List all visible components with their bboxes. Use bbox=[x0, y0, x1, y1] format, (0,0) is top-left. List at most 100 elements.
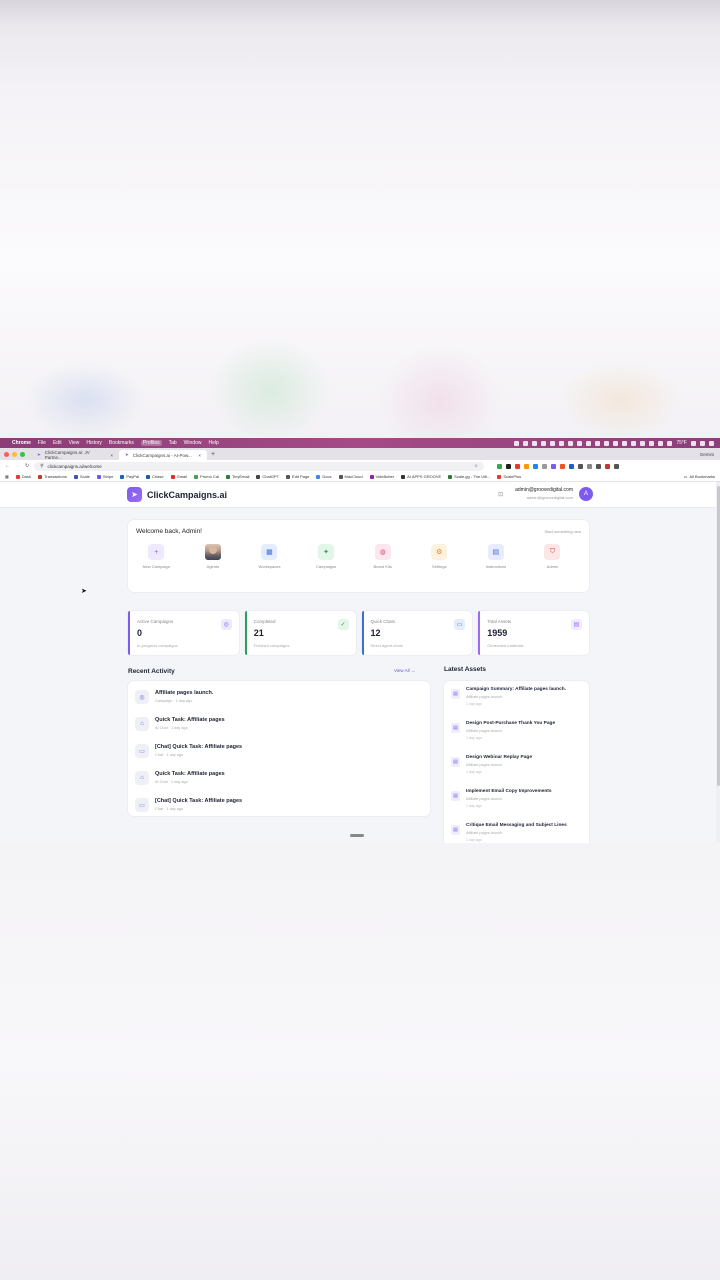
extension-icon[interactable] bbox=[587, 463, 593, 469]
menu-help[interactable]: Help bbox=[208, 440, 218, 446]
menu-bookmarks[interactable]: Bookmarks bbox=[109, 440, 134, 446]
bookmark-item[interactable]: Edit Page bbox=[286, 474, 309, 479]
bookmark-item[interactable]: Transactions bbox=[38, 474, 67, 479]
gemini-button[interactable]: Gemini bbox=[700, 452, 714, 457]
menu-history[interactable]: History bbox=[86, 440, 102, 446]
bookmark-favicon-icon bbox=[338, 474, 343, 479]
list-item[interactable]: ▤ Campaign Summary: Affiliate pages laun… bbox=[451, 687, 586, 715]
extension-icon[interactable] bbox=[551, 463, 557, 469]
vertical-scrollbar[interactable] bbox=[716, 482, 720, 843]
list-item[interactable]: ▤ Implement Email Copy Improvements Affi… bbox=[451, 789, 586, 817]
menu-dots-icon[interactable] bbox=[614, 463, 620, 469]
bookmark-item[interactable]: Scale.gg - The Ulti... bbox=[448, 474, 490, 479]
avatar[interactable]: A bbox=[579, 487, 593, 501]
zoom-window-button[interactable] bbox=[20, 451, 25, 457]
menu-tab[interactable]: Tab bbox=[169, 440, 177, 446]
extension-icon[interactable] bbox=[569, 463, 575, 469]
profile-icon[interactable] bbox=[605, 463, 611, 469]
browser-screenshot: Chrome File Edit View History Bookmarks … bbox=[0, 438, 720, 843]
action-agents[interactable]: Agents bbox=[185, 544, 242, 569]
url-text[interactable]: clickcampaigns.ai/welcome bbox=[48, 464, 102, 469]
bookmark-star-icon[interactable]: ☆ bbox=[474, 463, 478, 469]
bookmark-item[interactable]: VideBotter bbox=[369, 474, 394, 479]
browser-tab-2[interactable]: ➤ ClickCampaigns.ai - AI-Pow... × bbox=[119, 450, 207, 460]
extension-icon[interactable] bbox=[596, 463, 602, 469]
quick-actions: + New Campaign Agents ▦ Workspaces ✦ Cam… bbox=[128, 544, 589, 569]
forward-icon[interactable]: → bbox=[15, 463, 20, 469]
site-info-icon[interactable]: ⚲ bbox=[40, 463, 43, 469]
back-icon[interactable]: ← bbox=[5, 463, 10, 469]
bookmark-item[interactable]: Stripe bbox=[96, 474, 113, 479]
stat-accent-bar bbox=[361, 611, 364, 655]
all-bookmarks-button[interactable]: ▭ All Bookmarks bbox=[684, 474, 715, 479]
bookmark-item[interactable]: Dash bbox=[15, 474, 31, 479]
address-bar[interactable]: ⚲ clickcampaigns.ai/welcome ☆ bbox=[34, 461, 485, 471]
bookmark-item[interactable]: ChatGPT bbox=[256, 474, 279, 479]
bookmark-item[interactable]: PayPal bbox=[120, 474, 139, 479]
bookmark-item[interactable]: Promo Cal bbox=[194, 474, 219, 479]
bookmark-item[interactable]: TinyEmail bbox=[225, 474, 249, 479]
action-instructions[interactable]: ▤ Instructions bbox=[468, 544, 525, 569]
menu-app-name[interactable]: Chrome bbox=[12, 440, 31, 446]
close-tab-icon[interactable]: × bbox=[198, 453, 201, 458]
extension-icon[interactable] bbox=[578, 463, 584, 469]
tab-favicon-icon: ➤ bbox=[125, 452, 129, 457]
stat-active-campaigns[interactable]: Active Campaigns 0 In-progress campaigns… bbox=[128, 611, 239, 655]
latest-assets-title: Latest Assets bbox=[444, 666, 487, 673]
list-item[interactable]: ▤ Design Post-Purchase Thank You Page Af… bbox=[451, 721, 586, 749]
extension-icon[interactable] bbox=[533, 463, 539, 469]
reload-icon[interactable]: ↻ bbox=[25, 463, 29, 469]
bookmark-item[interactable]: AI APPS GROOVE bbox=[401, 474, 441, 479]
extension-icon[interactable] bbox=[497, 463, 503, 469]
close-window-button[interactable] bbox=[4, 451, 9, 457]
action-label: Settings bbox=[432, 564, 447, 569]
list-item[interactable]: ◎ Affiliate pages launch. Campaign · 1 d… bbox=[134, 687, 424, 707]
stat-label: Quick Chats bbox=[370, 619, 396, 624]
bookmark-item[interactable]: Scale bbox=[73, 474, 90, 479]
menu-window[interactable]: Window bbox=[184, 440, 202, 446]
extension-icon[interactable] bbox=[506, 463, 512, 469]
action-brand-kits[interactable]: ◍ Brand Kits bbox=[354, 544, 411, 569]
menu-edit[interactable]: Edit bbox=[53, 440, 62, 446]
stat-accent-bar bbox=[478, 611, 481, 655]
bookmark-item[interactable]: ScalePlus bbox=[497, 474, 521, 479]
extension-icon[interactable] bbox=[515, 463, 521, 469]
list-item[interactable]: ⌂ Quick Task: Affiliate pages AI Chat · … bbox=[134, 714, 424, 734]
list-item[interactable]: ▭ [Chat] Quick Task: Affiliate pages Cha… bbox=[134, 741, 424, 761]
menu-file[interactable]: File bbox=[38, 440, 46, 446]
scroll-handle[interactable] bbox=[350, 834, 364, 837]
bookmark-item[interactable]: Gmail bbox=[170, 474, 187, 479]
list-item[interactable]: ▤ Critique Email Messaging and Subject L… bbox=[451, 823, 586, 843]
menu-profiles[interactable]: Profiles bbox=[140, 440, 162, 446]
minimize-window-button[interactable] bbox=[12, 451, 17, 457]
browser-tab-1[interactable]: ➤ ClickCampaigns.ai: JV Partne... × bbox=[31, 450, 119, 460]
action-campaigns[interactable]: ✦ Campaigns bbox=[298, 544, 355, 569]
stat-quick-chats[interactable]: Quick Chats 12 Direct agent chats ▭ bbox=[361, 611, 473, 655]
extension-icon[interactable] bbox=[524, 463, 530, 469]
gear-icon: ⚙ bbox=[431, 544, 448, 560]
list-item[interactable]: ▭ [Chat] Quick Task: Affiliate pages Cha… bbox=[134, 795, 424, 815]
list-item[interactable]: ⌂ Quick Task: Affiliate pages AI Chat · … bbox=[134, 768, 424, 788]
bookmark-item[interactable]: MacCloud bbox=[338, 474, 363, 479]
close-tab-icon[interactable]: × bbox=[110, 453, 113, 458]
action-settings[interactable]: ⚙ Settings bbox=[411, 544, 468, 569]
action-admin[interactable]: ⛉ Admin bbox=[524, 544, 581, 569]
scrollbar-thumb[interactable] bbox=[716, 486, 720, 786]
new-tab-button[interactable]: + bbox=[211, 451, 215, 458]
bookmark-item[interactable]: Chase bbox=[146, 474, 164, 479]
extension-icon[interactable] bbox=[542, 463, 548, 469]
stat-completed[interactable]: Completed 21 Finished campaigns ✓ bbox=[244, 611, 356, 655]
stat-total-assets[interactable]: Total Assets 1959 Generated materials ▤ bbox=[478, 611, 589, 655]
menu-view[interactable]: View bbox=[69, 440, 80, 446]
activity-meta: AI Chat · 1 day ago bbox=[155, 780, 188, 784]
view-all-link[interactable]: View All → bbox=[394, 668, 415, 673]
action-new-campaign[interactable]: + New Campaign bbox=[128, 544, 185, 569]
brand[interactable]: ➤ ClickCampaigns.ai bbox=[127, 487, 227, 502]
extension-icon[interactable] bbox=[560, 463, 566, 469]
tab-strip: ➤ ClickCampaigns.ai: JV Partne... × ➤ Cl… bbox=[0, 448, 720, 460]
monitor-icon[interactable]: ⊡ bbox=[498, 491, 503, 498]
bookmark-item[interactable]: Docs bbox=[316, 474, 332, 479]
apps-grid-icon[interactable]: ▦ bbox=[5, 474, 9, 479]
action-workspaces[interactable]: ▦ Workspaces bbox=[241, 544, 298, 569]
list-item[interactable]: ▤ Design Webinar Replay Page Affiliate p… bbox=[451, 755, 586, 783]
